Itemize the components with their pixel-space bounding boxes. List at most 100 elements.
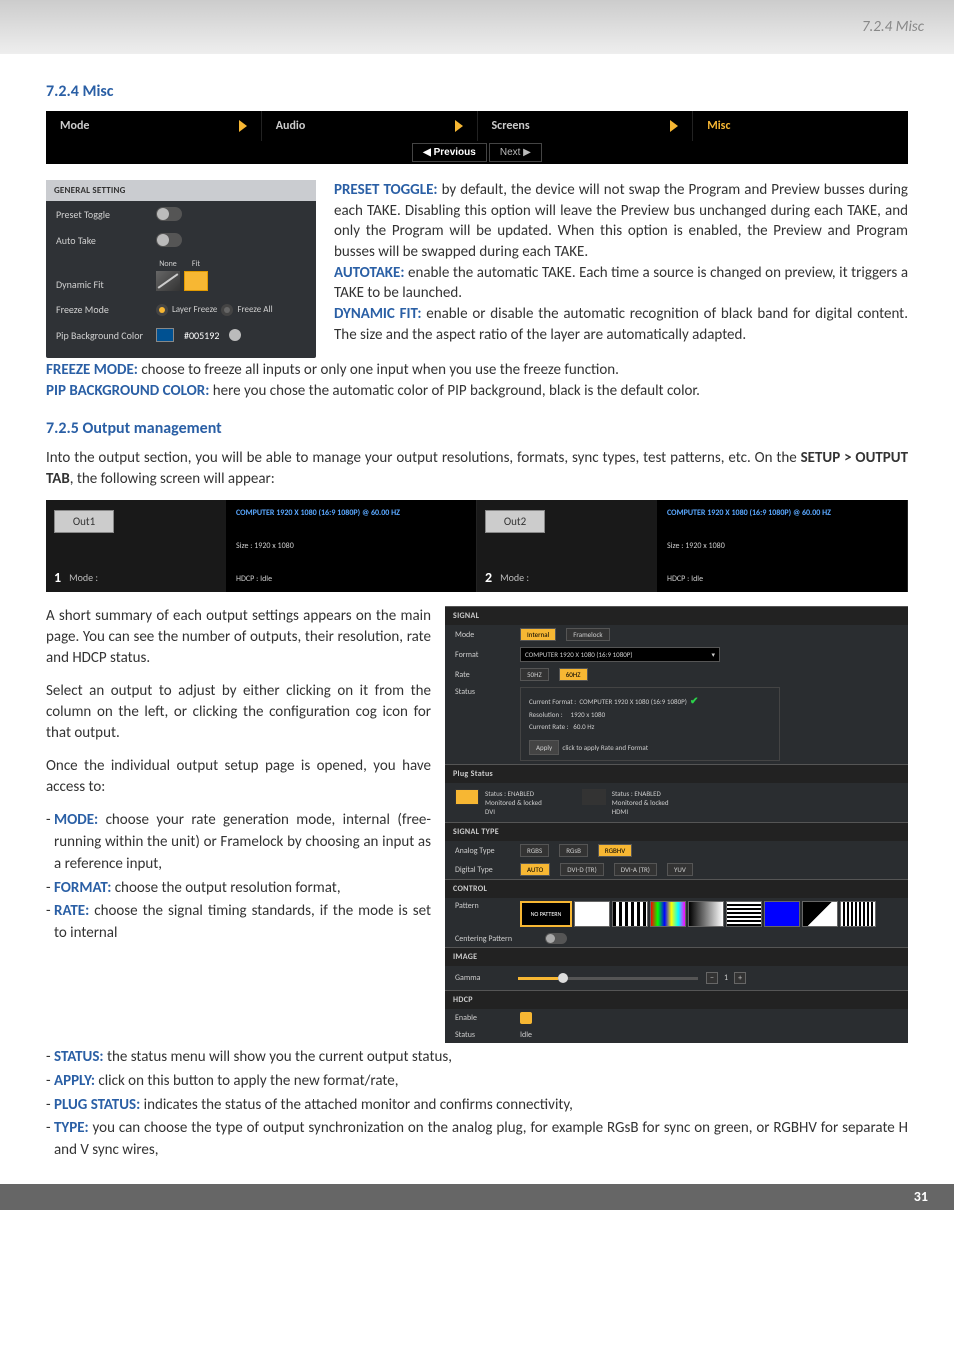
mode-term: MODE:	[54, 811, 98, 829]
gamma-minus[interactable]: −	[706, 972, 718, 984]
rate-50-button[interactable]: 50HZ	[520, 668, 549, 681]
pattern-8[interactable]	[840, 901, 876, 927]
breadcrumb: 7.2.4 Misc	[862, 18, 924, 36]
eyedropper-icon[interactable]	[229, 329, 241, 341]
hdcp-enable-toggle[interactable]	[520, 1012, 532, 1024]
plug-dvi-mon: Monitored & locked	[485, 798, 542, 807]
out1-button[interactable]: Out1	[54, 510, 114, 533]
prev-button[interactable]: ◀ Previous	[412, 143, 487, 162]
preset-toggle-term: PRESET TOGGLE:	[334, 181, 438, 199]
auto-take-label: Auto Take	[56, 234, 146, 247]
pattern-7[interactable]	[802, 901, 838, 927]
digital-auto[interactable]: AUTO	[520, 863, 550, 876]
pattern-5[interactable]	[726, 901, 762, 927]
apply-button[interactable]: Apply	[529, 740, 559, 755]
preset-toggle-label: Preset Toggle	[56, 208, 146, 221]
freeze-all-radio[interactable]	[221, 304, 233, 316]
plug-hdmi-name: HDMI	[612, 807, 669, 816]
analog-rgsb[interactable]: RGsB	[559, 844, 588, 857]
plug-dvi-block: Status : ENABLEDMonitored & lockedDVI	[455, 789, 542, 816]
tab-screens[interactable]: Screens	[478, 111, 694, 141]
section-title-misc: 7.2.4 Misc	[46, 82, 908, 101]
dfit-none-button[interactable]	[156, 271, 180, 291]
status-label: Status	[455, 687, 510, 697]
dropdown-caret-icon: ▾	[711, 650, 715, 659]
res-label: Resolution :	[529, 710, 563, 719]
gamma-value: 1	[718, 973, 734, 983]
gamma-slider[interactable]	[518, 977, 698, 980]
page-number: 31	[914, 1188, 928, 1205]
pattern-2[interactable]	[612, 901, 648, 927]
hdcp-status-value: Idle	[520, 1030, 532, 1040]
freeze-layer-label: Layer Freeze	[172, 304, 217, 315]
tab-audio[interactable]: Audio	[262, 111, 478, 141]
dfit-fit-button[interactable]	[184, 271, 208, 291]
plug-dvi-name: DVI	[485, 807, 542, 816]
format-dropdown[interactable]: COMPUTER 1920 X 1080 (16:9 1080P) ▾	[520, 647, 720, 662]
dynamic-fit-label: Dynamic Fit	[56, 278, 146, 291]
pattern-6[interactable]	[764, 901, 800, 927]
apply-body: click on this button to apply the new fo…	[95, 1072, 398, 1090]
pip-color-swatch[interactable]	[156, 328, 174, 342]
summary-p2: Select an output to adjust by either cli…	[46, 681, 431, 744]
currate-label: Current Rate :	[529, 722, 569, 731]
freeze-all-label: Freeze All	[237, 304, 272, 315]
status-body: the status menu will show you the curren…	[104, 1048, 452, 1066]
dfit-fit-label: Fit	[184, 259, 208, 269]
analog-rgbhv[interactable]: RGBHV	[598, 844, 632, 857]
output-intro: Into the output section, you will be abl…	[46, 448, 908, 490]
gamma-plus[interactable]: +	[734, 972, 746, 984]
centering-toggle[interactable]	[545, 933, 567, 944]
mode-body: choose your rate generation mode, intern…	[54, 811, 431, 873]
next-button[interactable]: Next ▶	[489, 143, 542, 162]
status-term: STATUS:	[54, 1048, 104, 1066]
format-term: FORMAT:	[54, 879, 111, 897]
chevron-right-icon	[239, 120, 247, 132]
chevron-right-icon	[670, 120, 678, 132]
mode-label: Mode	[455, 630, 510, 640]
output-1-card[interactable]: Out1 1Mode : COMPUTER 1920 X 1080 (16:9 …	[46, 500, 477, 592]
out1-number: 1	[54, 569, 61, 586]
format-dropdown-value: COMPUTER 1920 X 1080 (16:9 1080P)	[525, 650, 633, 659]
auto-take-switch[interactable]	[156, 233, 182, 247]
pattern-1[interactable]	[574, 901, 610, 927]
analog-type-label: Analog Type	[455, 846, 510, 856]
mode-framelock-button[interactable]: Framelock	[566, 628, 609, 641]
pip-hex-value: #005192	[184, 329, 219, 342]
pip-bg-label: Pip Background Color	[56, 329, 146, 342]
pattern-3[interactable]	[650, 901, 686, 927]
digital-yuv[interactable]: YUV	[667, 863, 693, 876]
image-section-header: IMAGE	[445, 947, 908, 966]
output-2-card[interactable]: Out2 2Mode : COMPUTER 1920 X 1080 (16:9 …	[477, 500, 908, 592]
check-icon: ✔	[690, 694, 698, 707]
freeze-mode-label: Freeze Mode	[56, 303, 146, 316]
out1-size: Size : 1920 x 1080	[236, 541, 466, 551]
digital-dvid[interactable]: DVI-D (TR)	[560, 863, 603, 876]
general-setting-header: GENERAL SETTING	[46, 180, 316, 201]
tab-misc[interactable]: Misc	[693, 111, 908, 141]
mode-internal-button[interactable]: Internal	[520, 628, 556, 641]
autotake-desc: enable the automatic TAKE. Each time a s…	[334, 264, 908, 303]
freeze-layer-radio[interactable]	[156, 304, 168, 316]
freeze-desc: choose to freeze all inputs or only one …	[138, 361, 619, 379]
preset-toggle-switch[interactable]	[156, 207, 182, 221]
pattern-4[interactable]	[688, 901, 724, 927]
pattern-none[interactable]: NO PATTERN	[520, 901, 572, 927]
out1-hdcp: HDCP : Idle	[236, 574, 466, 584]
out2-button[interactable]: Out2	[485, 510, 545, 533]
tab-mode[interactable]: Mode	[46, 111, 262, 141]
gamma-label: Gamma	[455, 973, 510, 983]
output-detail-panel: SIGNAL ModeInternalFramelock FormatCOMPU…	[445, 606, 908, 1043]
rate-term: RATE:	[54, 902, 89, 920]
out2-number: 2	[485, 569, 492, 586]
out1-format: COMPUTER 1920 X 1080 (16:9 1080P) @ 60.0…	[236, 508, 466, 518]
analog-rgbs[interactable]: RGBS	[520, 844, 549, 857]
rate-60-button[interactable]: 60HZ	[559, 668, 588, 681]
hdmi-plug-icon	[582, 789, 606, 805]
output-intro-b: , the following screen will appear:	[70, 470, 275, 488]
autotake-term: AUTOTAKE:	[334, 264, 404, 282]
dfit-term: DYNAMIC FIT:	[334, 305, 421, 323]
general-setting-panel: GENERAL SETTING Preset Toggle Auto Take …	[46, 180, 316, 358]
curfmt-val: COMPUTER 1920 X 1080 (16:9 1080P)	[579, 697, 687, 706]
digital-dvia[interactable]: DVI-A (TR)	[614, 863, 657, 876]
